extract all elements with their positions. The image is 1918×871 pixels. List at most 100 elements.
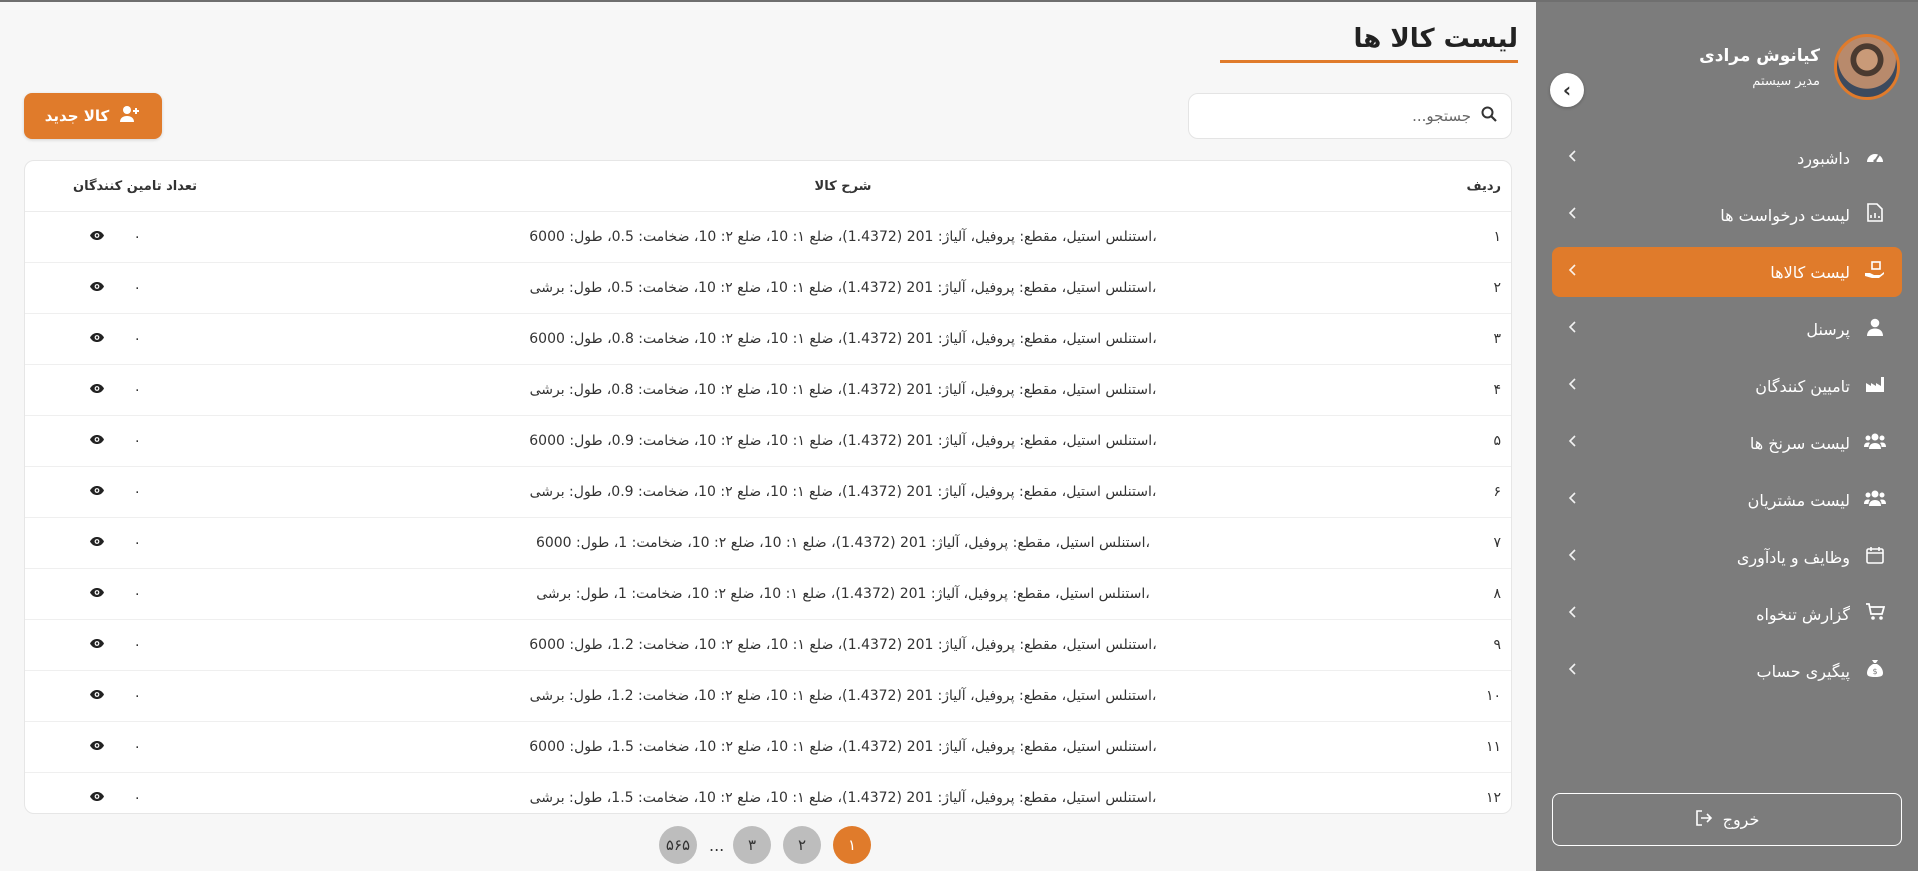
users-icon (1864, 490, 1886, 511)
table-row: ۴ استنلس استیل، مقطع: پروفیل، آلیاژ: 201 … (25, 365, 1511, 416)
page-button[interactable]: ۳ (733, 826, 771, 864)
eye-icon[interactable] (89, 535, 105, 551)
eye-icon[interactable] (89, 688, 105, 704)
row-description: استنلس استیل، مقطع: پروفیل، آلیاژ: 201 (… (529, 382, 1157, 398)
search-icon (1481, 106, 1497, 126)
row-index: ۳ (1493, 331, 1501, 347)
row-index: ۱۱ (1485, 739, 1501, 755)
hand-box-icon (1864, 260, 1886, 284)
row-description: استنلس استیل، مقطع: پروفیل، آلیاژ: 201 (… (529, 280, 1157, 296)
sidebar-item[interactable]: لیست مشتریان (1552, 475, 1902, 525)
logout-button[interactable]: خروج (1552, 793, 1902, 846)
row-index: ۱۰ (1485, 688, 1501, 704)
eye-icon[interactable] (89, 331, 105, 347)
eye-icon[interactable] (89, 637, 105, 653)
row-description: استنلس استیل، مقطع: پروفیل، آلیاژ: 201 (… (529, 739, 1157, 755)
row-description: استنلس استیل، مقطع: پروفیل، آلیاژ: 201 (… (529, 790, 1157, 806)
sidebar-item-label: لیست درخواست ها (1720, 205, 1850, 225)
document-icon (1864, 203, 1886, 227)
search-input[interactable] (1203, 107, 1471, 125)
eye-icon[interactable] (89, 229, 105, 245)
money-bag-icon: $ (1864, 659, 1886, 683)
page-button[interactable]: ۱ (833, 826, 871, 864)
row-suppliers-count: ۰ (133, 433, 141, 449)
row-description: استنلس استیل، مقطع: پروفیل، آلیاژ: 201 (… (529, 229, 1157, 245)
row-suppliers-count: ۰ (133, 535, 141, 551)
dashboard-icon (1864, 147, 1886, 170)
row-index: ۱۲ (1485, 790, 1501, 806)
sidebar-item-label: لیست مشتریان (1747, 490, 1850, 510)
eye-icon[interactable] (89, 433, 105, 449)
column-description: شرح کالا (814, 178, 872, 194)
page-button[interactable]: ۲ (783, 826, 821, 864)
table-row: ۶ استنلس استیل، مقطع: پروفیل، آلیاژ: 201 … (25, 467, 1511, 518)
search-box (1188, 93, 1512, 139)
chevron-left-icon (1568, 492, 1577, 508)
user-profile: کیانوش مرادی مدیر سیستم (1699, 34, 1900, 100)
chevron-left-icon: ‹ (1562, 78, 1572, 102)
calendar-icon (1864, 546, 1886, 569)
row-description: استنلس استیل، مقطع: پروفیل، آلیاژ: 201 (… (529, 433, 1157, 449)
chevron-left-icon (1568, 606, 1577, 622)
chevron-left-icon (1568, 378, 1577, 394)
profile-role: مدیر سیستم (1752, 73, 1820, 89)
sidebar-item[interactable]: پرسنل (1552, 304, 1902, 354)
row-index: ۹ (1493, 637, 1501, 653)
chevron-left-icon (1568, 321, 1577, 337)
chevron-left-icon (1568, 150, 1577, 166)
logout-label: خروج (1722, 810, 1760, 829)
sidebar-item[interactable]: گزارش تنخواه (1552, 589, 1902, 639)
sidebar-item-label: پرسنل (1806, 319, 1850, 339)
row-suppliers-count: ۰ (133, 484, 141, 500)
chevron-left-icon (1568, 435, 1577, 451)
avatar[interactable] (1834, 34, 1900, 100)
row-index: ۸ (1493, 586, 1501, 602)
table-row: ۹ استنلس استیل، مقطع: پروفیل، آلیاژ: 201 … (25, 620, 1511, 671)
table-row: ۲ استنلس استیل، مقطع: پروفیل، آلیاژ: 201 … (25, 263, 1511, 314)
sidebar-item[interactable]: لیست درخواست ها (1552, 190, 1902, 240)
chevron-left-icon (1568, 264, 1577, 280)
eye-icon[interactable] (89, 280, 105, 296)
sidebar-collapse-button[interactable]: ‹ (1550, 73, 1584, 107)
column-index: ردیف (1466, 178, 1501, 194)
row-suppliers-count: ۰ (133, 739, 141, 755)
sidebar-item[interactable]: لیست کالاها (1552, 247, 1902, 297)
sidebar-item[interactable]: لیست سرنخ ها (1552, 418, 1902, 468)
eye-icon[interactable] (89, 739, 105, 755)
row-description: استنلس استیل، مقطع: پروفیل، آلیاژ: 201 (… (536, 586, 1150, 602)
row-description: استنلس استیل، مقطع: پروفیل، آلیاژ: 201 (… (529, 637, 1157, 653)
row-description: استنلس استیل، مقطع: پروفیل، آلیاژ: 201 (… (529, 688, 1157, 704)
pagination-ellipsis: ... (709, 835, 725, 855)
row-index: ۲ (1493, 280, 1501, 296)
sidebar-item[interactable]: تامیین کنندگان (1552, 361, 1902, 411)
eye-icon[interactable] (89, 484, 105, 500)
factory-icon (1864, 375, 1886, 398)
row-index: ۶ (1493, 484, 1501, 500)
sidebar-menu: داشبورد لیست درخواست ها لیست کالاها پرسنل تا… (1552, 133, 1902, 703)
new-item-button[interactable]: کالا جدید (24, 93, 162, 139)
row-suppliers-count: ۰ (133, 790, 141, 806)
users-icon (1864, 433, 1886, 454)
sidebar-item[interactable]: وظایف و یادآوری (1552, 532, 1902, 582)
chevron-left-icon (1568, 663, 1577, 679)
eye-icon[interactable] (89, 382, 105, 398)
eye-icon[interactable] (89, 790, 105, 806)
table-row: ۵ استنلس استیل، مقطع: پروفیل، آلیاژ: 201 … (25, 416, 1511, 467)
profile-name: کیانوش مرادی (1699, 45, 1820, 66)
row-description: استنلس استیل، مقطع: پروفیل، آلیاژ: 201 (… (529, 484, 1157, 500)
sidebar-item[interactable]: داشبورد (1552, 133, 1902, 183)
table-row: ۱۰ استنلس استیل، مقطع: پروفیل، آلیاژ: 201… (25, 671, 1511, 722)
chevron-left-icon (1568, 207, 1577, 223)
logout-icon (1695, 809, 1713, 830)
eye-icon[interactable] (89, 586, 105, 602)
page-button[interactable]: ۵۶۵ (659, 826, 697, 864)
row-description: استنلس استیل، مقطع: پروفیل، آلیاژ: 201 (… (529, 331, 1157, 347)
table-header: ردیف شرح کالا تعداد تامین کنندگان (25, 161, 1511, 212)
table-row: ۱ استنلس استیل، مقطع: پروفیل، آلیاژ: 201 … (25, 212, 1511, 263)
items-table: ردیف شرح کالا تعداد تامین کنندگان ۱ استنل… (24, 160, 1512, 814)
row-suppliers-count: ۰ (133, 280, 141, 296)
sidebar-item[interactable]: $ پیگیری حساب (1552, 646, 1902, 696)
table-row: ۱۱ استنلس استیل، مقطع: پروفیل، آلیاژ: 201… (25, 722, 1511, 773)
column-suppliers: تعداد تامین کنندگان (73, 178, 197, 194)
row-index: ۴ (1493, 382, 1501, 398)
